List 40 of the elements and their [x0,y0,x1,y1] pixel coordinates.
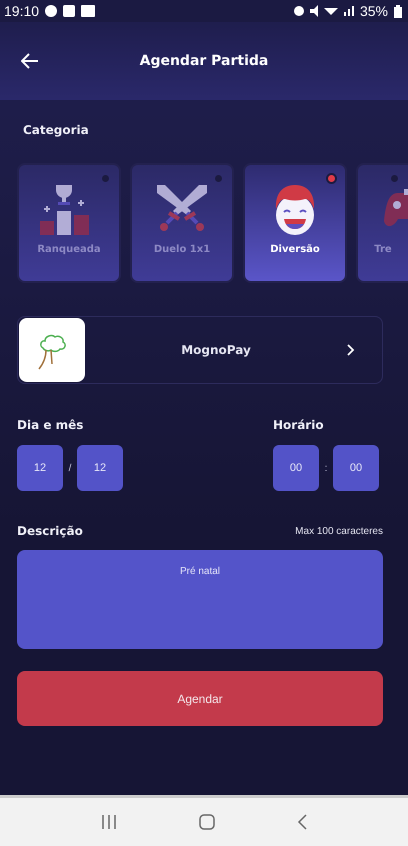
month-field[interactable]: 12 [77,445,123,491]
date-separator: / [68,462,72,474]
category-card[interactable]: Duelo 1x1 [130,163,234,283]
tree-logo [19,318,85,382]
payment-card[interactable]: MognoPay [17,316,383,384]
hour-field[interactable]: 00 [273,445,319,491]
selection-dot [391,175,398,182]
character-limit: Max 100 caracteres [295,526,383,536]
back-icon[interactable] [297,814,307,830]
time-label: Horário [273,418,325,432]
chevron-right-icon [347,344,355,356]
section-label: Categoria [23,123,90,137]
battery-icon [394,4,402,18]
selection-dot [102,175,109,182]
day-field[interactable]: 12 [17,445,63,491]
selection-dot [215,175,222,182]
category-card[interactable]: Ranqueada [17,163,121,283]
time-separator: : [324,462,328,474]
back-arrow-icon[interactable] [21,53,39,69]
recent-apps-icon[interactable] [101,815,117,829]
home-icon[interactable] [199,814,215,830]
category-label: Duelo 1x1 [154,244,210,255]
category-label: Tre [374,244,392,255]
status-time: 19:10 [4,3,40,19]
schedule-button[interactable]: Agendar [17,671,383,726]
page-title: Agendar Partida [140,53,268,69]
mute-icon [310,5,318,17]
minute-field[interactable]: 00 [333,445,379,491]
category-label: Ranqueada [37,244,101,255]
description-field[interactable]: Pré natal [17,550,383,649]
category-card[interactable]: Diversão [243,163,347,283]
date-label: Dia e mês [17,418,84,432]
signal-icon [344,6,354,16]
category-label: Diversão [270,244,320,255]
selection-dot [328,175,335,182]
description-label: Descrição [17,524,83,538]
laughing-face-icon [273,185,317,235]
battery-percent: 35% [360,3,388,19]
category-card[interactable]: Tre [356,163,408,283]
payment-name: MognoPay [180,343,252,357]
